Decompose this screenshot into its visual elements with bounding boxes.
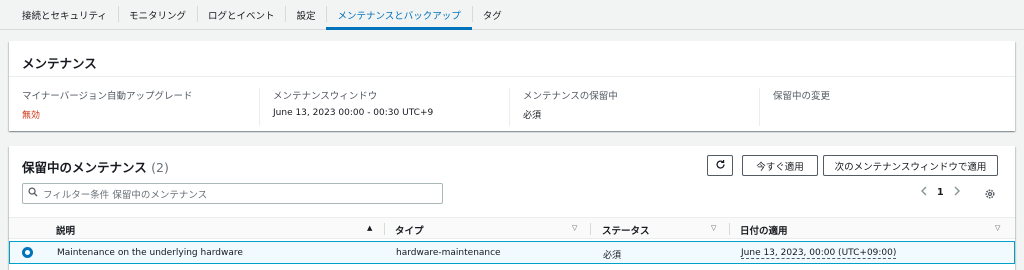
field-value: 必須	[523, 111, 542, 121]
column-header-type[interactable]: タイプ	[395, 223, 424, 237]
column-divider	[729, 223, 730, 235]
pending-maintenance-table: 説明 ▲ タイプ ▽ ステータス ▽ 日付の適用 ▽ Maintenance o…	[9, 217, 1015, 264]
field-value: 無効	[22, 111, 41, 121]
row-select-radio[interactable]	[22, 247, 33, 258]
chevron-right-icon[interactable]	[954, 186, 960, 199]
cell-status: 必須	[603, 251, 622, 261]
sort-icon[interactable]: ▽	[572, 224, 577, 232]
tab-logs-events[interactable]: ログとイベント	[196, 0, 286, 29]
maintenance-details: マイナーバージョン自動アップグレード 無効 メンテナンスウィンドウ June 1…	[9, 77, 1015, 126]
cell-type: hardware-maintenance	[396, 248, 501, 258]
apply-now-button[interactable]: 今すぐ適用	[742, 155, 818, 176]
search-icon	[28, 187, 38, 200]
tab-connectivity-security[interactable]: 接続とセキュリティ	[11, 0, 118, 29]
pending-maintenance-title: 保留中のメンテナンス (2)	[22, 157, 169, 176]
column-header-description[interactable]: 説明	[56, 223, 75, 237]
column-divider	[384, 223, 385, 235]
pagination: 1	[921, 186, 960, 199]
chevron-left-icon[interactable]	[921, 186, 927, 199]
field-label: メンテナンスの保留中	[523, 91, 618, 102]
sort-icon[interactable]: ▽	[711, 224, 716, 232]
field-pending-changes: 保留中の変更	[759, 88, 1009, 126]
column-header-apply-date[interactable]: 日付の適用	[740, 223, 788, 237]
pending-title-text: 保留中のメンテナンス	[22, 160, 147, 175]
search-placeholder: フィルター条件 保留中のメンテナンス	[43, 189, 208, 201]
refresh-icon	[715, 159, 726, 173]
tab-configuration[interactable]: 設定	[285, 0, 326, 29]
cell-apply-date[interactable]: June 13, 2023, 00:00 (UTC+09:00)	[741, 248, 897, 259]
column-header-status[interactable]: ステータス	[602, 223, 650, 237]
table-row[interactable]: Maintenance on the underlying hardware h…	[9, 241, 1015, 264]
current-page[interactable]: 1	[937, 187, 944, 198]
maintenance-panel: メンテナンス マイナーバージョン自動アップグレード 無効 メンテナンスウィンドウ…	[9, 41, 1015, 131]
tab-monitoring[interactable]: モニタリング	[117, 0, 197, 29]
field-label: メンテナンスウィンドウ	[273, 91, 378, 102]
refresh-button[interactable]	[707, 155, 733, 176]
apply-next-window-button[interactable]: 次のメンテナンスウィンドウで適用	[823, 155, 998, 176]
field-label: マイナーバージョン自動アップグレード	[22, 91, 193, 102]
sort-icon[interactable]: ▽	[995, 224, 1000, 232]
pending-maintenance-panel: 保留中のメンテナンス (2) 今すぐ適用 次のメンテナンスウィンドウで適用 フィ…	[9, 146, 1015, 270]
pending-count: (2)	[151, 160, 169, 175]
column-divider	[590, 223, 591, 235]
table-header: 説明 ▲ タイプ ▽ ステータス ▽ 日付の適用 ▽	[9, 217, 1015, 239]
sort-asc-icon[interactable]: ▲	[367, 224, 372, 232]
tab-bar: 接続とセキュリティ モニタリング ログとイベント 設定 メンテナンスとバックアッ…	[0, 0, 1024, 30]
field-maintenance-window: メンテナンスウィンドウ June 13, 2023 00:00 - 00:30 …	[259, 88, 509, 126]
field-label: 保留中の変更	[773, 91, 831, 102]
search-input[interactable]: フィルター条件 保留中のメンテナンス	[22, 183, 443, 204]
tab-tags[interactable]: タグ	[471, 0, 513, 29]
maintenance-title: メンテナンス	[9, 41, 1015, 77]
tab-maintenance-backups[interactable]: メンテナンスとバックアップ	[326, 0, 473, 30]
cell-description: Maintenance on the underlying hardware	[57, 248, 243, 258]
field-pending-maintenance: メンテナンスの保留中 必須	[509, 88, 759, 126]
gear-icon[interactable]	[984, 188, 996, 203]
field-auto-minor-upgrade: マイナーバージョン自動アップグレード 無効	[9, 88, 259, 126]
field-value: June 13, 2023 00:00 - 00:30 UTC+9	[273, 108, 434, 118]
